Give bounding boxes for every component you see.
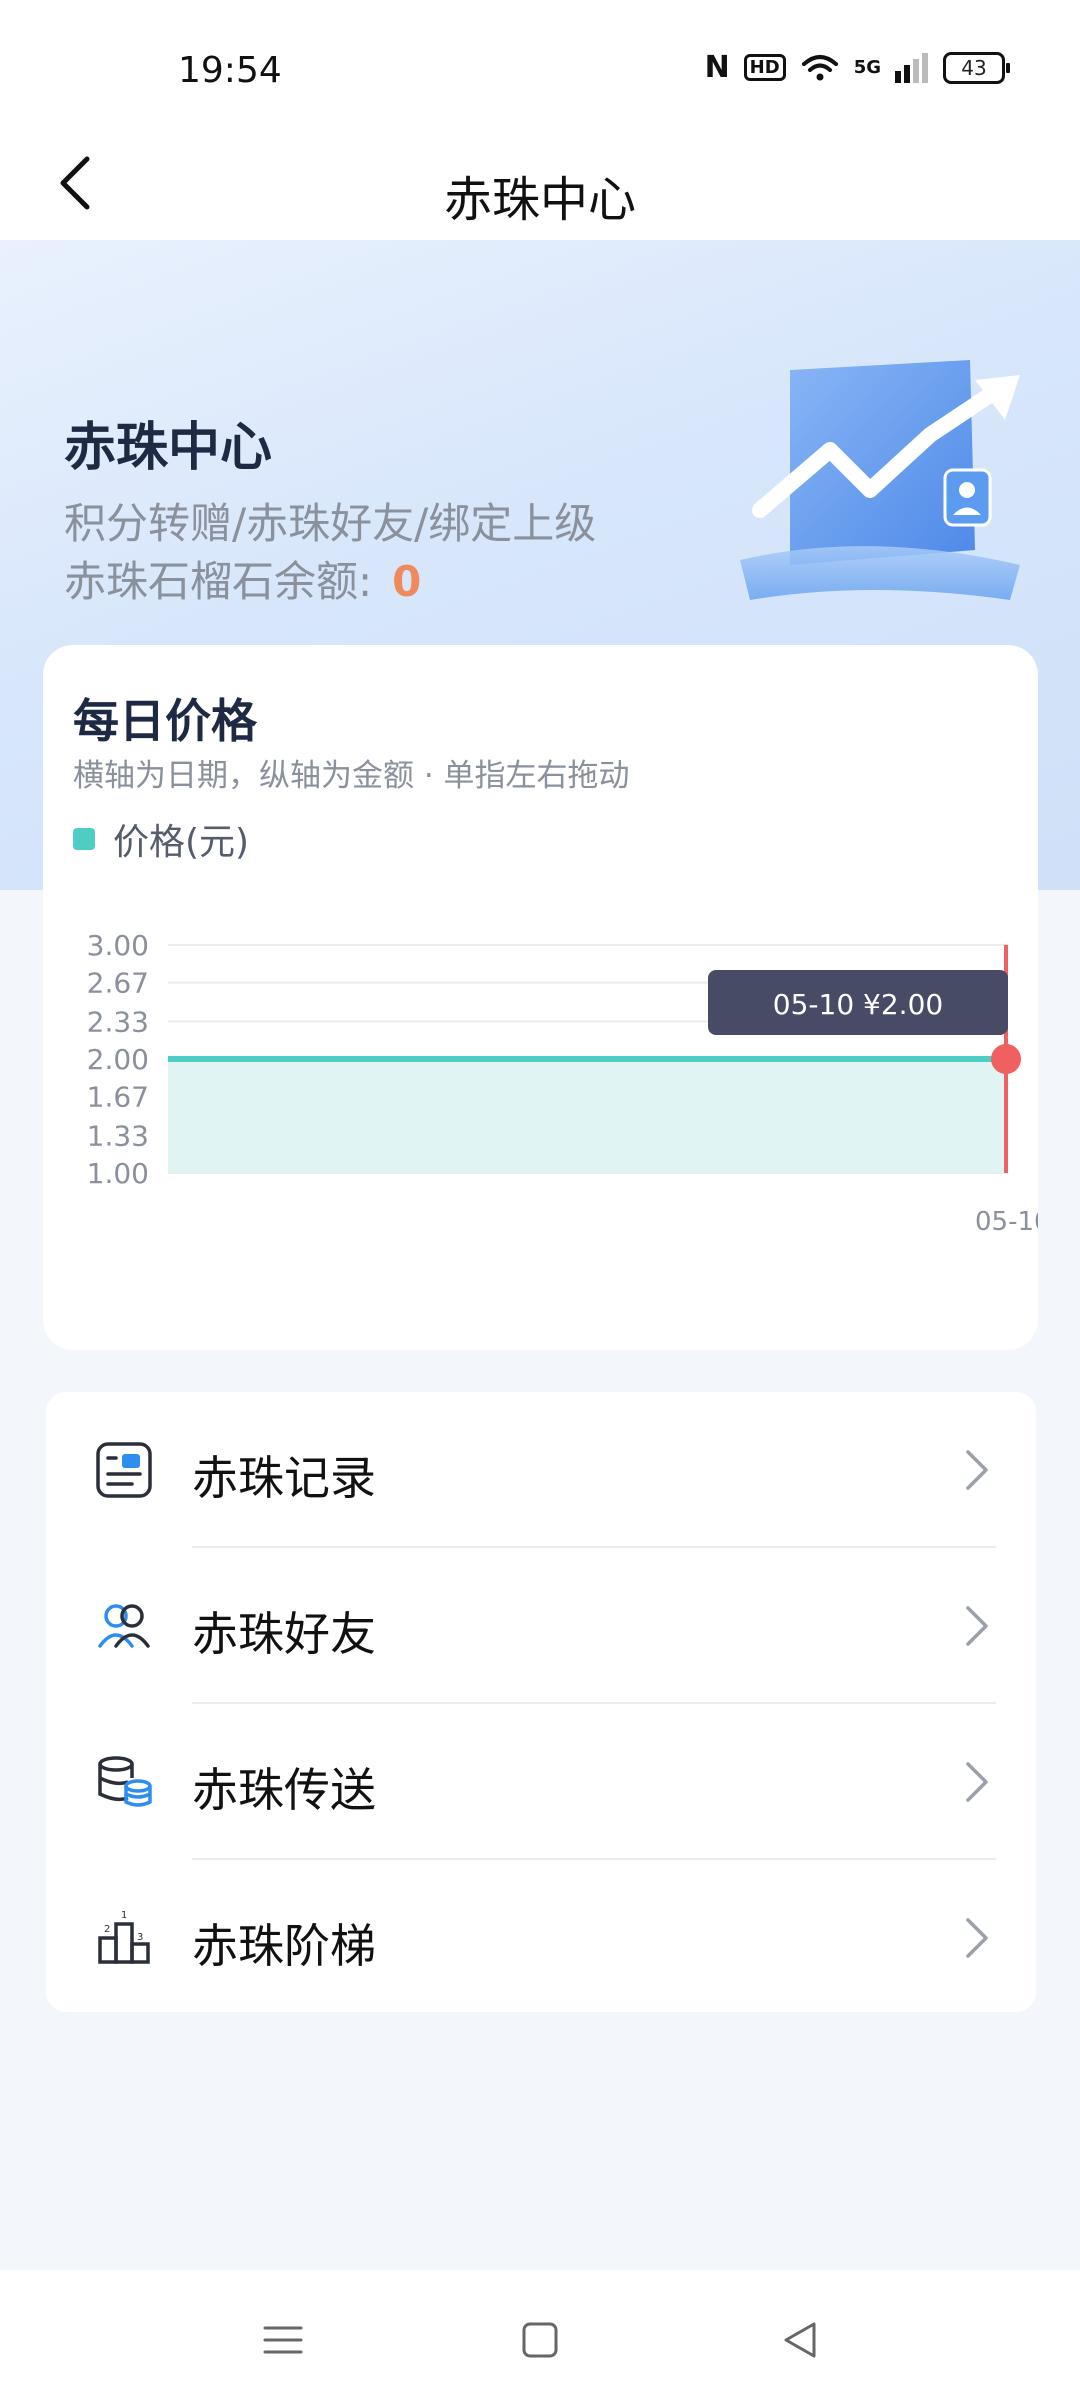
menu-nav-button[interactable]: [253, 2310, 313, 2370]
chevron-right-icon: [966, 1762, 988, 1802]
menu-item-transfer[interactable]: 赤珠传送: [46, 1704, 1036, 1860]
back-triangle-icon: [784, 2322, 816, 2358]
balance-label: 赤珠石榴石余额:: [64, 557, 373, 606]
data-point: [991, 1044, 1021, 1074]
menu-item-friends[interactable]: 赤珠好友: [46, 1548, 1036, 1704]
menu-card: 赤珠记录 赤珠好友 赤珠传送 2 1 3 赤珠阶梯: [46, 1392, 1036, 2012]
svg-text:3: 3: [137, 1932, 143, 1943]
menu-label: 赤珠阶梯: [192, 1919, 376, 1973]
status-icons: N HD 5G 43: [704, 50, 1010, 85]
chevron-right-icon: [966, 1450, 988, 1490]
balance-value: 0: [392, 557, 422, 606]
x-tick-label: 05-10: [975, 1207, 1038, 1237]
y-tick-label: 1.33: [87, 1119, 149, 1152]
system-nav-bar: [0, 2270, 1080, 2400]
network-type-icon: 5G: [853, 57, 881, 78]
menu-label: 赤珠记录: [192, 1451, 376, 1505]
ladder-icon: 2 1 3: [98, 1910, 150, 1964]
hero-subtitle: 积分转赠/赤珠好友/绑定上级: [64, 499, 597, 548]
chevron-right-icon: [966, 1606, 988, 1646]
status-time: 19:54: [178, 50, 282, 91]
hd-icon: HD: [743, 54, 786, 81]
tooltip-text: 05-10 ¥2.00: [773, 988, 943, 1021]
svg-text:2: 2: [104, 1924, 110, 1935]
y-tick-label: 2.00: [87, 1043, 149, 1076]
chevron-right-icon: [966, 1918, 988, 1958]
nfc-icon: N: [704, 50, 730, 85]
y-tick-label: 1.67: [87, 1081, 149, 1114]
record-icon: [96, 1442, 152, 1498]
y-tick-label: 2.67: [87, 967, 149, 1000]
home-nav-button[interactable]: [510, 2310, 570, 2370]
wifi-icon: [801, 54, 838, 80]
hero-title: 赤珠中心: [64, 418, 273, 478]
menu-item-record[interactable]: 赤珠记录: [46, 1392, 1036, 1548]
balance-row: 赤珠石榴石余额: 0: [64, 548, 421, 609]
series-area: [168, 1059, 1008, 1173]
growth-chart-illustration-icon: [740, 360, 1020, 600]
battery-icon: 43: [943, 51, 1010, 84]
page-title: 赤珠中心: [443, 172, 636, 228]
y-tick-label: 2.33: [87, 1005, 149, 1038]
y-tick-label: 1.00: [87, 1157, 149, 1190]
status-bar: 19:54 N HD 5G 43: [0, 0, 1080, 130]
menu-item-ladder[interactable]: 2 1 3 赤珠阶梯: [46, 1860, 1036, 2016]
home-square-icon: [522, 2322, 558, 2358]
signal-icon: [895, 52, 928, 83]
transfer-icon: [98, 1756, 152, 1807]
menu-label: 赤珠好友: [192, 1607, 376, 1661]
svg-text:1: 1: [121, 1910, 127, 1921]
price-chart[interactable]: 3.00 2.67 2.33 2.00 1.67 1.33 1.00 05-10 ¥2.00 0…: [43, 645, 1038, 1350]
friends-icon: [98, 1604, 150, 1648]
top-bar: 赤珠中心: [0, 130, 1080, 240]
daily-price-card: 每日价格 横轴为日期，纵轴为金额 · 单指左右拖动 价格(元) 3.00 2.67…: [43, 645, 1038, 1350]
menu-label: 赤珠传送: [192, 1763, 376, 1817]
y-tick-label: 3.00: [87, 929, 149, 962]
hamburger-icon: [263, 2326, 303, 2354]
back-nav-button[interactable]: [770, 2310, 830, 2370]
